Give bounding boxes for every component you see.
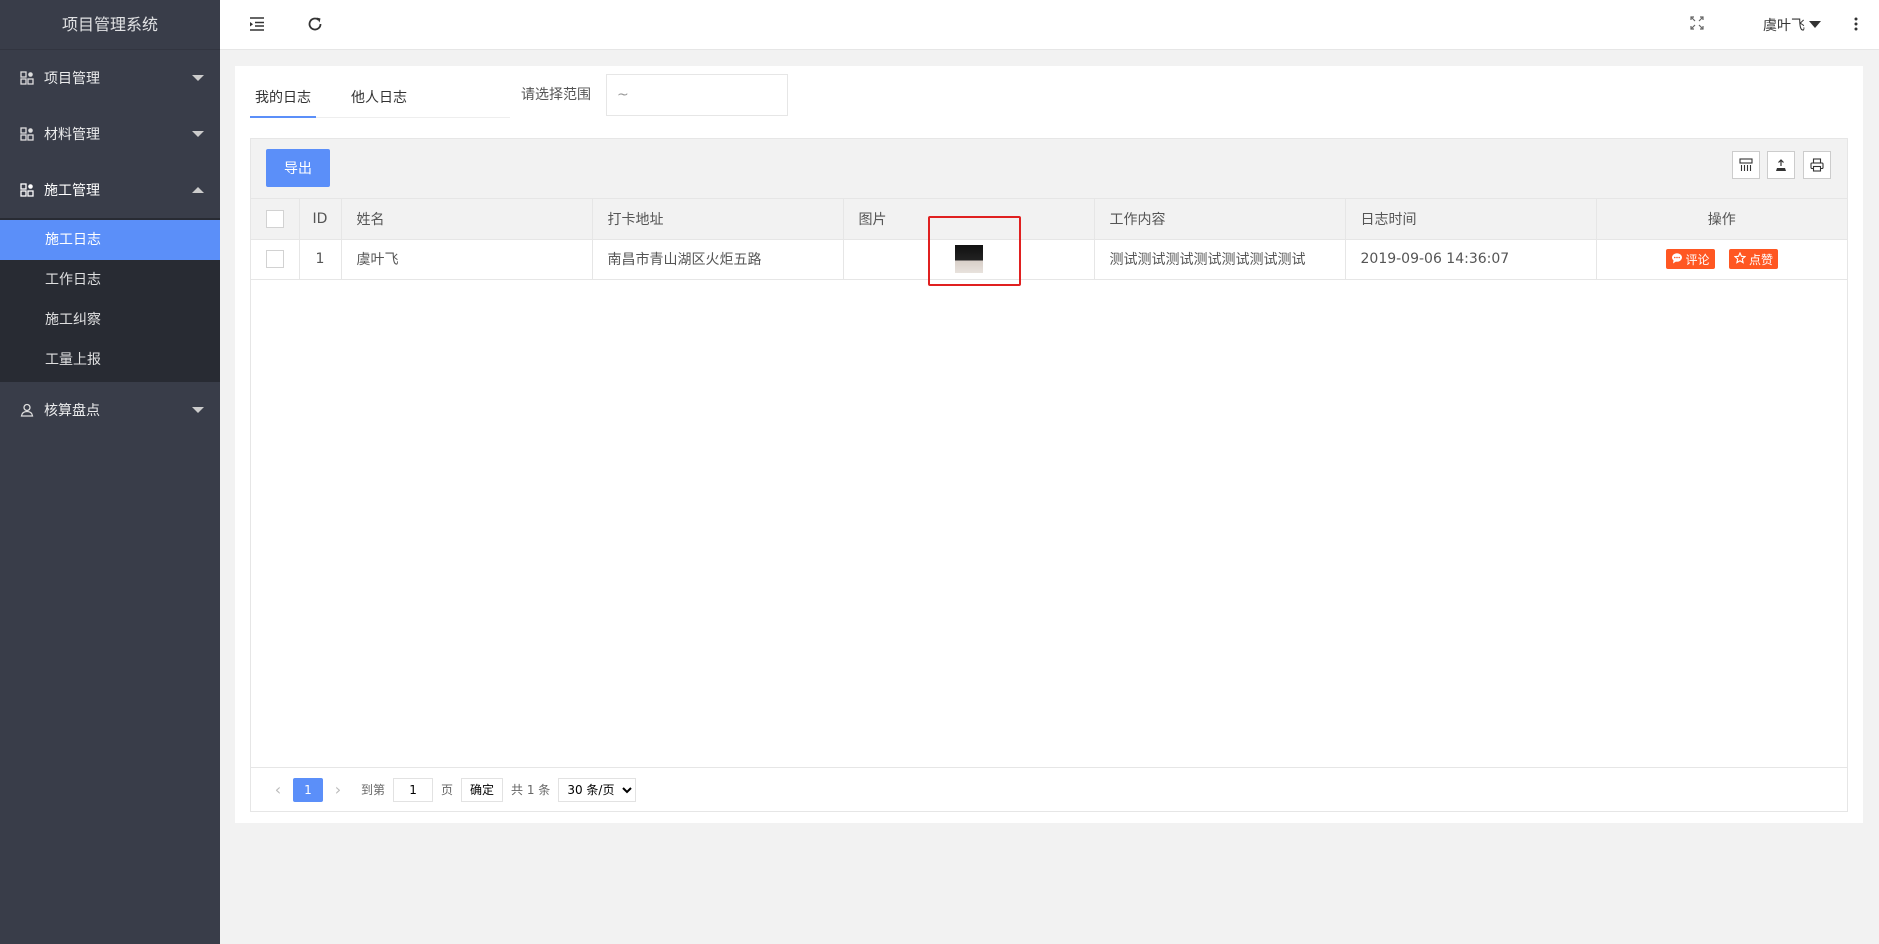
fullscreen-icon[interactable] (1689, 15, 1709, 35)
cell-content: 测试测试测试测试测试测试测试 (1094, 239, 1346, 280)
table-toolbar: 导出 (251, 139, 1847, 199)
goto-label: 到第 (361, 783, 386, 797)
range-label: 请选择范围 (521, 87, 591, 103)
refresh-icon[interactable] (306, 15, 326, 35)
more-vertical-icon[interactable] (1853, 15, 1865, 35)
app-grid-icon (20, 127, 34, 141)
current-page[interactable]: 1 (293, 777, 323, 802)
column-header-name[interactable]: 姓名 (341, 199, 593, 240)
comment-button[interactable]: 评论 (1665, 249, 1715, 269)
app-grid-icon (20, 71, 34, 85)
menu-collapse-icon[interactable] (248, 15, 268, 35)
cell-address: 南昌市青山湖区火炬五路 (592, 239, 844, 280)
sidebar-subitem-workload-report[interactable]: 工量上报 (0, 340, 220, 380)
cell-id: 1 (299, 239, 342, 280)
column-header-id[interactable]: ID (299, 199, 342, 240)
select-all-cell (251, 199, 300, 240)
pagination: ‹ 1 › 到第 页 确定 共 1 条 30 条/页 (251, 767, 1847, 811)
cell-name: 虞叶飞 (341, 239, 593, 280)
star-icon (1733, 251, 1747, 267)
like-label: 点赞 (1748, 252, 1773, 267)
log-tabs: 我的日志 他人日志 (250, 78, 510, 118)
column-header-actions: 操作 (1596, 199, 1847, 240)
column-header-content[interactable]: 工作内容 (1094, 199, 1346, 240)
goto-confirm-button[interactable]: 确定 (461, 777, 504, 802)
cell-time: 2019-09-06 14:36:07 (1345, 239, 1597, 280)
sidebar-subitem-inspection[interactable]: 施工纠察 (0, 300, 220, 340)
submenu-construction: 施工日志 工作日志 施工纠察 工量上报 (0, 218, 220, 382)
next-page-icon[interactable]: › (331, 780, 345, 799)
main-card: 我的日志 他人日志 请选择范围 导出 ID 姓 (235, 66, 1863, 823)
column-header-time[interactable]: 日志时间 (1345, 199, 1597, 240)
row-select-cell (251, 239, 300, 280)
prev-page-icon[interactable]: ‹ (271, 780, 285, 799)
select-all-checkbox[interactable] (266, 209, 284, 228)
log-image-thumbnail[interactable] (954, 245, 983, 273)
sidebar-item-construction[interactable]: 施工管理 (0, 162, 220, 218)
column-header-image[interactable]: 图片 (843, 199, 1095, 240)
cell-image (843, 239, 1095, 280)
app-grid-icon (20, 183, 34, 197)
sidebar-subitem-construction-log[interactable]: 施工日志 (0, 220, 220, 260)
comment-label: 评论 (1685, 252, 1710, 267)
sidebar-subitem-work-log[interactable]: 工作日志 (0, 260, 220, 300)
columns-filter-icon[interactable] (1732, 151, 1760, 179)
sidebar-item-label: 核算盘点 (44, 403, 100, 419)
user-menu[interactable]: 虞叶飞 (1763, 15, 1821, 35)
sidebar-item-label: 施工管理 (44, 183, 100, 199)
user-name: 虞叶飞 (1763, 18, 1805, 34)
row-checkbox[interactable] (266, 250, 284, 268)
table-row: 1 虞叶飞 南昌市青山湖区火炬五路 测试测试测试测试测试测试测试 2019-09… (251, 239, 1847, 280)
user-icon (20, 403, 34, 417)
sidebar-item-accounting[interactable]: 核算盘点 (0, 382, 220, 438)
log-table: ID 姓名 打卡地址 图片 工作内容 日志时间 操作 1 虞叶飞 南昌市青山湖区… (251, 199, 1847, 280)
table-header-row: ID 姓名 打卡地址 图片 工作内容 日志时间 操作 (251, 199, 1847, 240)
chevron-down-icon (192, 131, 204, 137)
column-header-address[interactable]: 打卡地址 (592, 199, 844, 240)
export-icon[interactable] (1767, 151, 1795, 179)
data-table: 导出 ID 姓名 打卡地址 图片 工作内容 日志时间 操作 1 虞叶飞 南昌市青… (250, 138, 1848, 812)
app-title: 项目管理系统 (0, 0, 220, 50)
export-button[interactable]: 导出 (266, 149, 330, 187)
date-range-input[interactable] (606, 74, 788, 116)
cell-actions: 评论 点赞 (1596, 239, 1847, 280)
chevron-up-icon (192, 187, 204, 193)
page-unit-label: 页 (441, 783, 454, 797)
sidebar: 项目管理系统 项目管理 材料管理 施工管理 施工日志 工作日志 施工纠察 工量上… (0, 0, 220, 944)
chevron-down-icon (192, 75, 204, 81)
chevron-down-icon (1809, 21, 1821, 28)
tab-my-log[interactable]: 我的日志 (250, 78, 316, 118)
sidebar-item-material[interactable]: 材料管理 (0, 106, 220, 162)
sidebar-item-label: 项目管理 (44, 71, 100, 87)
total-count: 共 1 条 (511, 783, 551, 797)
top-header: 虞叶飞 (220, 0, 1879, 50)
tab-others-log[interactable]: 他人日志 (346, 78, 412, 117)
print-icon[interactable] (1803, 151, 1831, 179)
sidebar-item-label: 材料管理 (44, 127, 100, 143)
chevron-down-icon (192, 407, 204, 413)
comment-icon (1671, 252, 1683, 267)
sidebar-item-project[interactable]: 项目管理 (0, 50, 220, 106)
like-button[interactable]: 点赞 (1728, 249, 1778, 269)
page-size-select[interactable]: 30 条/页 (558, 777, 637, 802)
page-number-input[interactable] (393, 777, 434, 802)
